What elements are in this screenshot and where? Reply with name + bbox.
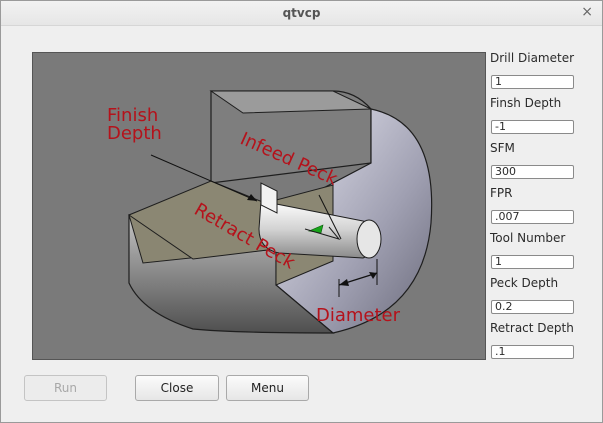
peck-depth-label: Peck Depth bbox=[490, 276, 559, 290]
tool-number-field: Tool Number 1 bbox=[490, 231, 600, 269]
retract-depth-input[interactable]: .1 bbox=[491, 345, 574, 359]
fpr-label: FPR bbox=[490, 186, 513, 200]
diameter-label: Diameter bbox=[316, 305, 401, 326]
finish-depth-label-line2: Depth bbox=[107, 123, 162, 144]
sfm-field: SFM 300 bbox=[490, 141, 600, 179]
peck-depth-input[interactable]: 0.2 bbox=[491, 300, 574, 314]
sfm-label: SFM bbox=[490, 141, 515, 155]
drill-diameter-input[interactable]: 1 bbox=[491, 75, 574, 89]
retract-depth-label: Retract Depth bbox=[490, 321, 574, 335]
sfm-input[interactable]: 300 bbox=[491, 165, 574, 179]
drilling-diagram: Finish Depth Infeed Peck Retract Peck Di… bbox=[32, 52, 486, 360]
finish-depth-field: Finsh Depth -1 bbox=[490, 96, 600, 134]
fpr-input[interactable]: .007 bbox=[491, 210, 574, 224]
drill-diameter-label: Drill Diameter bbox=[490, 51, 575, 65]
window-title: qtvcp bbox=[282, 6, 321, 20]
drill-diameter-field: Drill Diameter 1 bbox=[490, 51, 600, 89]
fpr-field: FPR .007 bbox=[490, 186, 600, 224]
close-window-icon[interactable]: × bbox=[581, 4, 593, 20]
title-bar[interactable]: qtvcp × bbox=[1, 1, 602, 26]
tool-number-label: Tool Number bbox=[490, 231, 566, 245]
menu-button[interactable]: Menu bbox=[226, 375, 309, 401]
tool-number-input[interactable]: 1 bbox=[491, 255, 574, 269]
dialog-window: qtvcp × Finish Depth Infeed Peck Retract… bbox=[0, 0, 603, 423]
retract-depth-field: Retract Depth .1 bbox=[490, 321, 600, 359]
finish-depth-input[interactable]: -1 bbox=[491, 120, 574, 134]
close-button[interactable]: Close bbox=[135, 375, 219, 401]
finish-depth-field-label: Finsh Depth bbox=[490, 96, 562, 110]
run-button[interactable]: Run bbox=[24, 375, 107, 401]
peck-depth-field: Peck Depth 0.2 bbox=[490, 276, 600, 314]
